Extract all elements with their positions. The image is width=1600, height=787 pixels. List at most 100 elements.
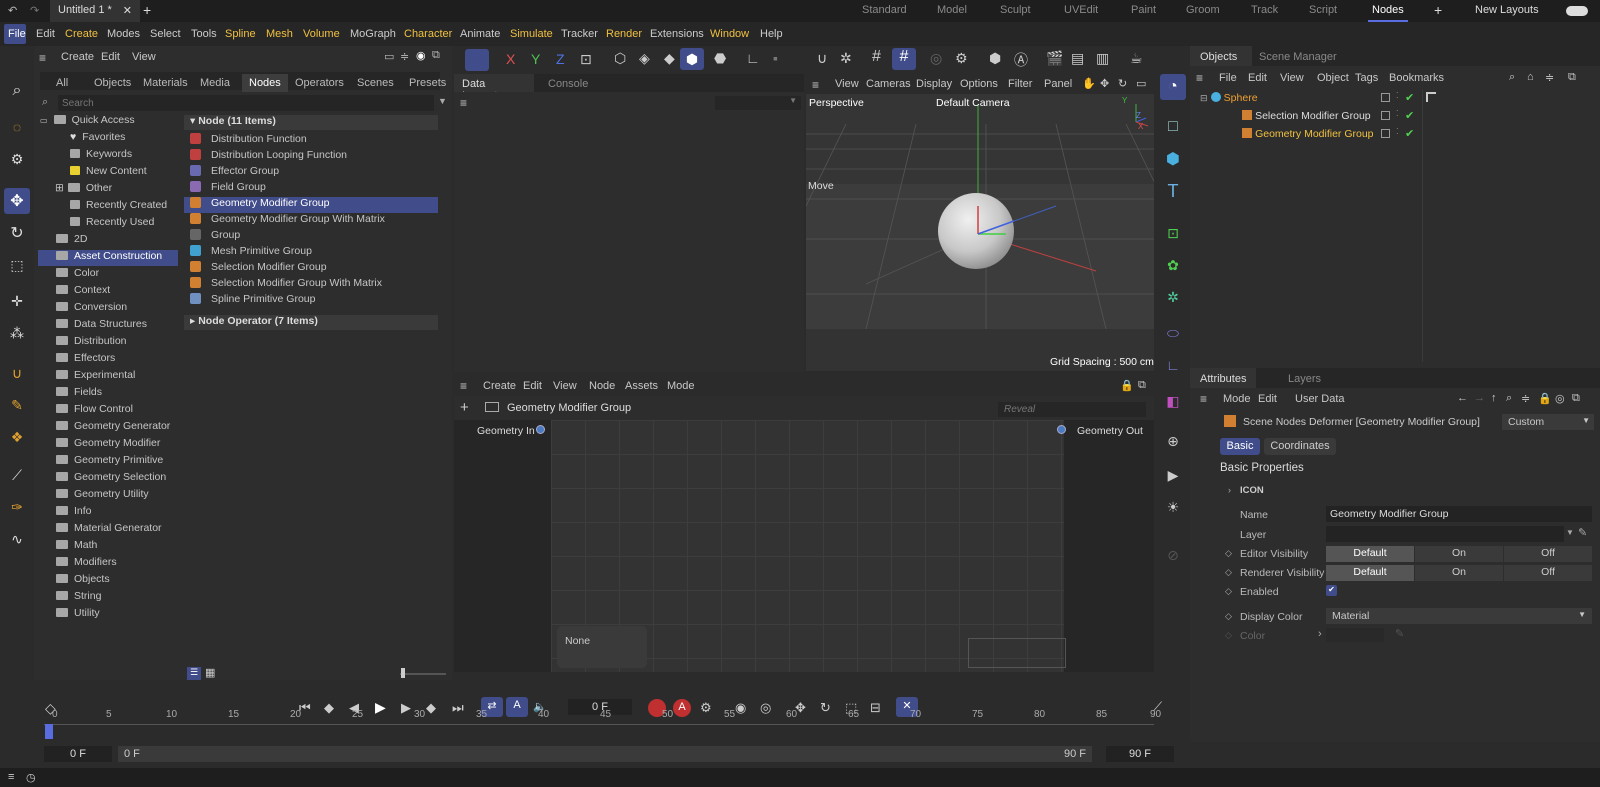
visibility-dots-icon[interactable]: ⁚ bbox=[1396, 127, 1399, 136]
tree-fields[interactable]: Fields bbox=[56, 386, 102, 402]
obj-menu-view[interactable]: View bbox=[1280, 72, 1304, 84]
tree-other[interactable]: ⊞ Other bbox=[55, 182, 112, 198]
polygon-mode-icon[interactable]: ◆ bbox=[664, 50, 675, 67]
tree-geometry-modifier[interactable]: Geometry Modifier bbox=[56, 437, 160, 453]
grid-snap-icon[interactable]: # bbox=[872, 48, 881, 66]
check-icon[interactable]: ✔ bbox=[1405, 127, 1414, 140]
attr-menu-mode[interactable]: Mode bbox=[1223, 393, 1251, 405]
tree-conversion[interactable]: Conversion bbox=[56, 301, 127, 317]
tag-icon[interactable] bbox=[1426, 92, 1436, 102]
obj-menu-tags[interactable]: Tags bbox=[1355, 72, 1378, 84]
light-icon[interactable]: ☀ bbox=[1160, 494, 1186, 520]
lock-icon[interactable]: 🔒 bbox=[1120, 379, 1134, 392]
layout-standard[interactable]: Standard bbox=[862, 4, 907, 16]
list-view-icon[interactable]: ☰ bbox=[187, 667, 201, 680]
geometry-out-socket[interactable] bbox=[1057, 425, 1066, 434]
tree-color[interactable]: Color bbox=[56, 267, 99, 283]
tab-objects[interactable]: Objects bbox=[94, 74, 131, 92]
keyframe-icon[interactable]: ◇ bbox=[1225, 548, 1232, 559]
tree-2d[interactable]: 2D bbox=[56, 233, 87, 249]
document-tab[interactable]: Untitled 1 * ✕ bbox=[50, 0, 140, 22]
node-item[interactable]: Selection Modifier Group With Matrix bbox=[190, 277, 382, 293]
camera-label[interactable]: Default Camera bbox=[936, 97, 1010, 109]
menu-spline[interactable]: Spline bbox=[225, 28, 256, 40]
effector-icon[interactable]: ∟ bbox=[1160, 352, 1186, 378]
tab-coordinates[interactable]: Coordinates bbox=[1264, 438, 1336, 455]
tree-data-structures[interactable]: Data Structures bbox=[56, 318, 147, 334]
tree-objects[interactable]: Objects bbox=[56, 573, 110, 589]
snap-icon[interactable]: ⁂ bbox=[4, 320, 30, 346]
check-icon[interactable]: ✔ bbox=[1405, 109, 1414, 122]
hamburger-icon[interactable]: ≡ bbox=[460, 96, 467, 110]
preset-dropdown[interactable]: Custom ▼ bbox=[1502, 414, 1594, 430]
gear-icon[interactable]: ⚙ bbox=[955, 50, 968, 67]
obj-menu-file[interactable]: File bbox=[1219, 72, 1237, 84]
asset-menu-edit[interactable]: Edit bbox=[101, 51, 120, 63]
edge-mode-icon[interactable]: ◈ bbox=[639, 50, 650, 67]
ne-menu-assets[interactable]: Assets bbox=[625, 380, 658, 392]
snap-icon[interactable]: # bbox=[892, 48, 916, 70]
deformer-icon[interactable]: ✲ bbox=[1160, 284, 1186, 310]
soft-select-icon[interactable]: ◎ bbox=[930, 50, 942, 67]
hamburger-icon[interactable]: ≡ bbox=[812, 78, 819, 92]
enabled-checkbox[interactable]: ✔ bbox=[1326, 585, 1337, 596]
workplane-icon[interactable]: ▪ bbox=[773, 50, 778, 66]
visibility-dots-icon[interactable]: ⁚ bbox=[1396, 109, 1399, 118]
spline-object-icon[interactable]: □ bbox=[1160, 114, 1186, 140]
select-icon[interactable]: ◌ bbox=[4, 114, 30, 140]
tree-flow-control[interactable]: Flow Control bbox=[56, 403, 133, 419]
popout-icon[interactable]: ⧉ bbox=[1572, 392, 1580, 405]
object-row-geometry-modifier[interactable]: Geometry Modifier Group bbox=[1242, 128, 1374, 144]
geometry-out-port[interactable]: Geometry Out bbox=[1077, 425, 1143, 437]
axis-mode-icon[interactable]: ∟ bbox=[746, 50, 760, 66]
paint-icon[interactable]: ❖ bbox=[4, 424, 30, 450]
menu-file[interactable]: File bbox=[8, 28, 26, 40]
layout-model[interactable]: Model bbox=[937, 4, 967, 16]
menu-icon[interactable]: ≡ bbox=[8, 771, 14, 783]
range-slider[interactable] bbox=[118, 746, 1092, 762]
inspector-dropdown[interactable]: ▼ bbox=[715, 96, 801, 110]
asset-menu-view[interactable]: View bbox=[132, 51, 156, 63]
editor-vis-on[interactable]: On bbox=[1415, 546, 1503, 562]
viewport-menu-cameras[interactable]: Cameras bbox=[866, 78, 911, 90]
filter-icon[interactable]: ≑ bbox=[1545, 71, 1554, 84]
breadcrumb[interactable]: Geometry Modifier Group bbox=[507, 402, 631, 414]
tree-math[interactable]: Math bbox=[56, 539, 97, 555]
renderer-vis-off[interactable]: Off bbox=[1504, 565, 1592, 581]
icon-section-label[interactable]: ICON bbox=[1240, 485, 1264, 496]
camera-object-icon[interactable]: ◔ bbox=[1160, 74, 1186, 100]
tree-effectors[interactable]: Effectors bbox=[56, 352, 115, 368]
search-input[interactable] bbox=[58, 95, 434, 111]
x-axis-icon[interactable]: X bbox=[506, 51, 515, 67]
scene-icon[interactable] bbox=[465, 49, 489, 71]
model-mode-icon[interactable]: ⬢ bbox=[680, 48, 704, 70]
search-icon[interactable]: ⌕ bbox=[1506, 392, 1512, 405]
name-field[interactable] bbox=[1326, 506, 1592, 522]
grid-view-icon[interactable]: ▦ bbox=[205, 666, 215, 679]
editor-vis-default[interactable]: Default bbox=[1326, 546, 1414, 562]
spline-icon[interactable]: ∿ bbox=[4, 526, 30, 552]
camera-icon[interactable]: ▶ bbox=[1160, 462, 1186, 488]
text-icon[interactable]: T bbox=[1160, 178, 1186, 204]
orbit-icon[interactable]: ↻ bbox=[1118, 77, 1127, 90]
menu-tracker[interactable]: Tracker bbox=[561, 28, 598, 40]
ne-menu-view[interactable]: View bbox=[553, 380, 577, 392]
lasso-icon[interactable]: ∪ bbox=[4, 360, 30, 386]
hamburger-icon[interactable]: ≡ bbox=[39, 51, 46, 65]
expand-icon[interactable]: › bbox=[1228, 485, 1231, 495]
point-mode-icon[interactable]: ⬡ bbox=[614, 50, 626, 67]
pen-icon[interactable]: ✎ bbox=[4, 392, 30, 418]
menu-tools[interactable]: Tools bbox=[191, 28, 217, 40]
geometry-in-socket[interactable] bbox=[536, 425, 545, 434]
tree-utility[interactable]: Utility bbox=[56, 607, 100, 623]
coord-icon[interactable]: ⊡ bbox=[580, 51, 592, 68]
expand-icon[interactable]: › bbox=[1318, 628, 1322, 640]
layer-icon[interactable] bbox=[1381, 111, 1390, 120]
renderer-vis-default[interactable]: Default bbox=[1326, 565, 1414, 581]
render-view-icon[interactable]: ▤ bbox=[1071, 50, 1084, 67]
minimap[interactable] bbox=[968, 638, 1066, 668]
auto-record-icon[interactable]: A bbox=[673, 699, 691, 717]
asset-menu-create[interactable]: Create bbox=[61, 51, 94, 63]
menu-simulate[interactable]: Simulate bbox=[510, 28, 553, 40]
undo-icon[interactable]: ↶ bbox=[8, 4, 17, 17]
